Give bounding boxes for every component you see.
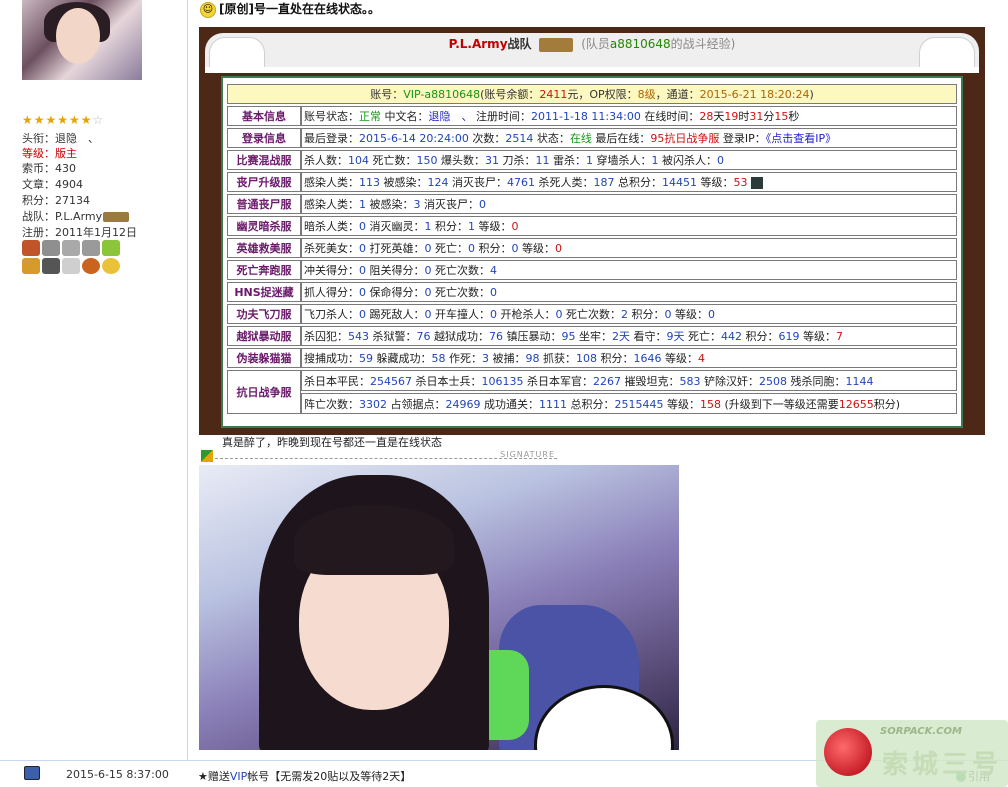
table-row: 幽灵暗杀服 暗杀人类：0 消灭幽灵：1 积分：1 等级：0 bbox=[227, 216, 957, 236]
medal-icon bbox=[102, 258, 120, 274]
medal-icon bbox=[62, 240, 80, 256]
medal-icon bbox=[22, 240, 40, 256]
pencil-icon bbox=[201, 450, 213, 462]
view-ip-link[interactable]: 《点击查看IP》 bbox=[766, 132, 836, 145]
stats-table: 账号：VIP-a8810648(账号余额：2411元，OP权限：8级，通道：20… bbox=[227, 82, 957, 416]
post-title: ☺ [原创]号一直处在在线状态。。 bbox=[200, 0, 380, 18]
medal-group bbox=[22, 240, 122, 276]
team-link[interactable]: P.L.Army bbox=[55, 210, 102, 223]
team-badge-icon bbox=[539, 37, 574, 52]
table-row: 抗日战争服 杀日本平民：254567 杀日本士兵：106135 杀日本军官：22… bbox=[227, 370, 957, 414]
medal-icon bbox=[42, 240, 60, 256]
smile-icon: ☺ bbox=[200, 1, 216, 18]
table-row: HNS捉迷藏 抓人得分：0 保命得分：0 死亡次数：0 bbox=[227, 282, 957, 302]
battle-stats-card: P.L.Army战队 (队员a8810648的战斗经验) 账号：VIP-a881… bbox=[199, 27, 985, 435]
promo-link[interactable]: ★赠送VIP帐号【无需发20贴以及等待2天】 bbox=[198, 768, 411, 784]
profile-posts: 文章：4904 bbox=[22, 178, 83, 191]
profile-team: 战队：P.L.Army bbox=[22, 209, 130, 225]
table-row: 登录信息 最后登录：2015-6-14 20:24:00 次数：2514 状态：… bbox=[227, 128, 957, 148]
table-row: 英雄救美服 杀死美女：0 打死英雄：0 死亡：0 积分：0 等级：0 bbox=[227, 238, 957, 258]
profile-title: 头衔：退隐 、 bbox=[22, 132, 99, 145]
basketball-icon bbox=[82, 258, 100, 274]
avatar[interactable] bbox=[22, 0, 142, 80]
medal-icon bbox=[102, 240, 120, 256]
rank-icon bbox=[751, 177, 763, 189]
profile-points: 积分：27134 bbox=[22, 194, 90, 207]
medal-icon bbox=[62, 258, 80, 274]
account-row: 账号：VIP-a8810648(账号余额：2411元，OP权限：8级，通道：20… bbox=[227, 84, 957, 104]
table-row: 基本信息 账号状态：正常 中文名：退隐 、 注册时间：2011-1-18 11:… bbox=[227, 106, 957, 126]
table-row: 阵亡次数：3302 占领据点：24969 成功通关：1111 总积分：25154… bbox=[227, 393, 957, 414]
team-badge-icon bbox=[103, 212, 130, 222]
stats-panel: 账号：VIP-a8810648(账号余额：2411元，OP权限：8级，通道：20… bbox=[221, 76, 963, 428]
table-row: 比赛混战服 杀人数：104 死亡数：150 爆头数：31 刀杀：11 雷杀：1 … bbox=[227, 150, 957, 170]
profile-level: 等级：版主 bbox=[22, 147, 77, 160]
watermark-logo: SORPACK.COM 索城三号 bbox=[816, 720, 1008, 787]
medal-icon bbox=[82, 240, 100, 256]
signature-photo[interactable] bbox=[199, 465, 679, 750]
post-date: 2015-6-15 8:37:00 bbox=[66, 768, 169, 781]
computer-icon bbox=[24, 766, 40, 780]
table-row: 越狱暴动服 杀囚犯：543 杀狱警：76 越狱成功：76 镇压暴动：95 坐牢：… bbox=[227, 326, 957, 346]
logo-circle-icon bbox=[824, 728, 872, 776]
profile-registered: 注册：2011年1月12日 bbox=[22, 226, 137, 239]
table-row: 丧尸升级服 感染人类：113 被感染：124 消灭丧尸：4761 杀死人类：18… bbox=[227, 172, 957, 192]
table-row: 普通丧尸服 感染人类：1 被感染：3 消灭丧尸：0 bbox=[227, 194, 957, 214]
medal-icon bbox=[42, 258, 60, 274]
rank-stars: ★★★★★★☆ bbox=[22, 113, 105, 127]
post-body-text: 真是醉了，昨晚到现在号都还一直是在线状态 bbox=[222, 436, 442, 449]
table-row: 死亡奔跑服 冲关得分：0 阻关得分：0 死亡次数：4 bbox=[227, 260, 957, 280]
profile-coins: 索币：430 bbox=[22, 162, 76, 175]
signature-divider: SIGNATURE bbox=[199, 450, 559, 462]
author-profile: ★★★★★★☆ 头衔：退隐 、 等级：版主 索币：430 文章：4904 积分：… bbox=[0, 0, 188, 760]
card-heading: P.L.Army战队 (队员a8810648的战斗经验) bbox=[448, 37, 736, 52]
table-row: 功夫飞刀服 飞刀杀人：0 踢死敌人：0 开车撞人：0 开枪杀人：0 死亡次数：2… bbox=[227, 304, 957, 324]
table-row: 伪装躲猫猫 搜捕成功：59 躲藏成功：58 作死：3 被捕：98 抓获：108 … bbox=[227, 348, 957, 368]
medal-icon bbox=[22, 258, 40, 274]
